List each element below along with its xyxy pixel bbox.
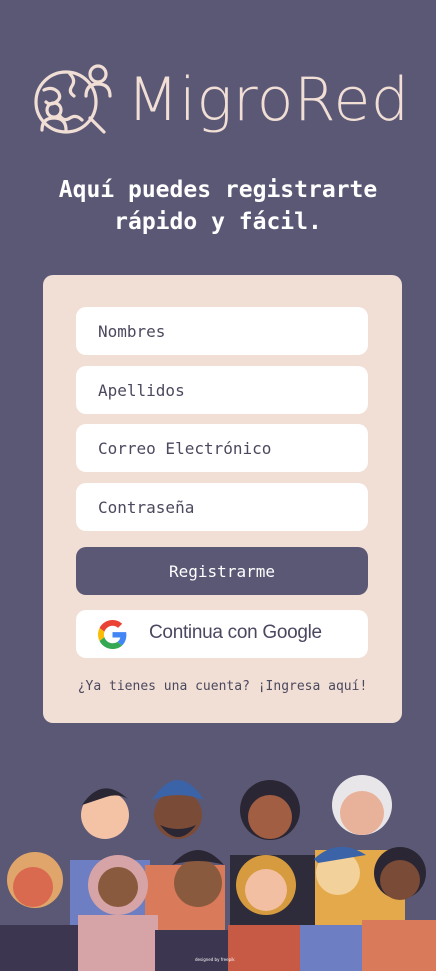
last-name-input[interactable]: [76, 366, 368, 414]
brand-name: MigroRed: [127, 65, 410, 135]
google-button-label: Continua con Google: [149, 622, 322, 643]
tagline-line-1: Aquí puedes registrarte: [58, 177, 378, 203]
diverse-people-illustration: [0, 775, 436, 971]
globe-people-logo-icon: [34, 64, 112, 134]
google-g-icon: [98, 620, 127, 649]
page-tagline: Aquí puedes registrarte rápido y fácil.: [0, 174, 436, 238]
login-prompt: ¿Ya tienes una cuenta? ¡Ingresa aquí!: [43, 679, 402, 694]
google-signin-button[interactable]: Continua con Google: [76, 610, 368, 658]
first-name-input[interactable]: [76, 307, 368, 355]
register-button[interactable]: Registrarme: [76, 547, 368, 595]
tagline-line-2: rápido y fácil.: [114, 209, 322, 235]
email-input[interactable]: [76, 424, 368, 472]
account-question: ¿Ya tienes una cuenta?: [77, 679, 250, 694]
brand-header: MigroRed: [30, 60, 410, 140]
register-card: Registrarme Continua con Google ¿Ya tien…: [43, 275, 402, 723]
credit-text: designed by freepik: [195, 957, 235, 962]
login-link[interactable]: ¡Ingresa aquí!: [258, 679, 368, 694]
password-input[interactable]: [76, 483, 368, 531]
